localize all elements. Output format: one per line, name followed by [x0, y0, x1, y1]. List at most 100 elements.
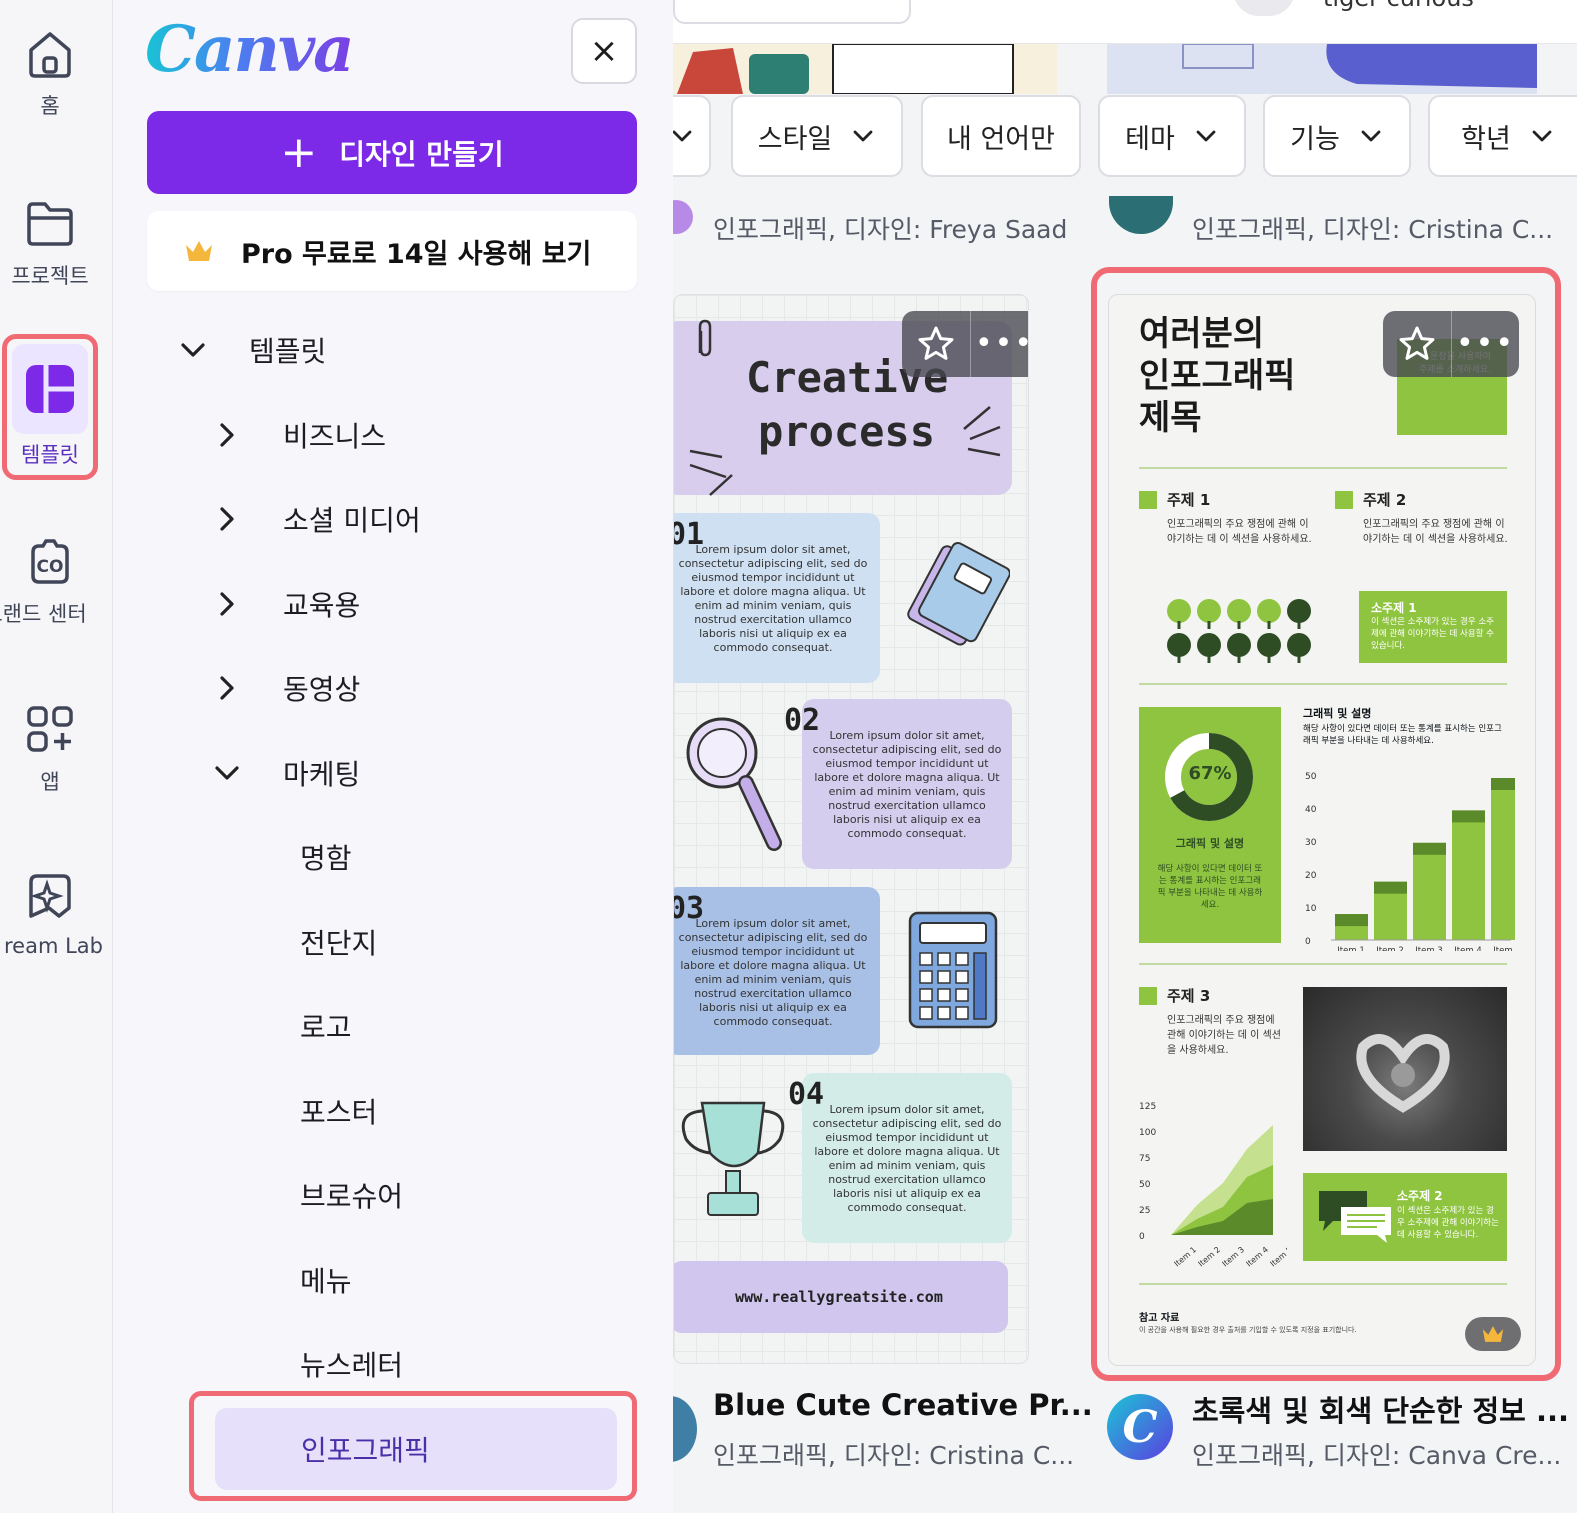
- percent-value: 67%: [1188, 763, 1232, 784]
- template-card-green-gray-infographic[interactable]: 여러분의 인포그래픽 제목 이 문장을 사용하여 주제를 소개하세요. 주제 1…: [1108, 294, 1536, 1366]
- user-name: tiger curious: [1323, 0, 1474, 12]
- tree-social-media[interactable]: 소셜 미디어: [113, 489, 673, 549]
- filter-grade[interactable]: 학년: [1428, 95, 1577, 177]
- rail-dream-lab-label: ream Lab: [4, 934, 103, 958]
- divider: [1139, 683, 1507, 685]
- x-tick-label: Item 3: [1221, 1245, 1247, 1269]
- x-tick-label: Item 3: [1415, 946, 1442, 951]
- chevron-right-icon: [220, 507, 234, 531]
- tree-video[interactable]: 동영상: [113, 658, 673, 718]
- tree-templates[interactable]: 템플릿: [113, 320, 673, 380]
- tree-infographic[interactable]: 인포그래픽: [215, 1408, 617, 1490]
- tree-business-card[interactable]: 명함: [113, 827, 673, 887]
- rail-brand-center[interactable]: CO 브랜드 센터: [0, 532, 100, 628]
- star-button[interactable]: [902, 311, 970, 377]
- templates-panel: Canva × + 디자인 만들기 Pro 무료로 14일 사용해 보기 템플릿…: [113, 0, 673, 1513]
- more-icon: •••: [1455, 326, 1516, 361]
- chevron-down-icon: [181, 343, 205, 357]
- reference-title: 참고 자료: [1139, 1313, 1180, 1324]
- filter-theme[interactable]: 테마: [1098, 95, 1246, 177]
- tree-newsletter[interactable]: 뉴스레터: [113, 1334, 673, 1394]
- y-tick-label: 50: [1305, 772, 1317, 782]
- rail-projects[interactable]: 프로젝트: [0, 194, 100, 290]
- tree-business[interactable]: 비즈니스: [113, 405, 673, 465]
- rail-dream-lab[interactable]: ream Lab: [0, 868, 103, 958]
- filter-style-label: 스타일: [757, 123, 833, 155]
- more-button[interactable]: •••: [970, 311, 1028, 377]
- template-title[interactable]: 초록색 및 회색 단순한 정보 ...: [1192, 1388, 1569, 1430]
- rail-templates[interactable]: 템플릿: [2, 334, 98, 480]
- avatar: [673, 1396, 697, 1462]
- tree-infographic-label: 인포그래픽: [301, 1434, 430, 1467]
- x-tick-label: Item 5: [1493, 946, 1515, 951]
- reference-text: 이 공간을 사용해 필요한 경우 출처를 기입할 수 있도록 지정을 표기합니다…: [1139, 1326, 1357, 1334]
- chevron-down-icon: [1361, 130, 1381, 142]
- filter-feature[interactable]: 기능: [1263, 95, 1411, 177]
- bar-cap: [1452, 810, 1485, 823]
- filter-feature-label: 기능: [1290, 123, 1340, 155]
- y-tick-label: 100: [1139, 1128, 1156, 1138]
- filter-my-language[interactable]: 내 언어만: [921, 95, 1081, 177]
- chevron-down-icon: [1532, 130, 1552, 142]
- rail-apps[interactable]: 앱: [0, 700, 100, 796]
- y-tick-label: 0: [1139, 1232, 1145, 1242]
- chevron-down-icon: [853, 130, 873, 142]
- calculator-icon: [908, 911, 998, 1029]
- subtopic-text: 이 섹션은 소주제가 있는 경우 소주제에 관해 이야기하는 데 사용할 수 있…: [1371, 617, 1494, 651]
- filter-style[interactable]: 스타일: [731, 95, 903, 177]
- more-button[interactable]: •••: [1451, 311, 1519, 377]
- topic-text: 인포그래픽의 주요 쟁점에 관해 이야기하는 데 이 섹션을 사용하세요.: [1167, 519, 1312, 545]
- area-chart: 125 100 75 50 25 0 Item 1Item 2Item 3Item 4Ite…: [1139, 1102, 1287, 1269]
- subtopic-heading: 소주제 1: [1371, 601, 1417, 615]
- crown-icon: [1482, 1326, 1504, 1342]
- chevron-down-icon: [215, 766, 239, 780]
- graph-text: 해당 사항이 있다면 데이터 또는 통계를 표시하는 인포그래픽 부분을 나타내…: [1303, 724, 1502, 746]
- website-banner: www.reallygreatsite.com: [674, 1261, 1008, 1333]
- avatar: [1109, 196, 1173, 234]
- x-tick-label: Item 4: [1245, 1245, 1271, 1269]
- filter-grade-label: 학년: [1461, 123, 1511, 155]
- chevron-right-icon: [220, 676, 234, 700]
- filter-my-language-label: 내 언어만: [947, 123, 1055, 155]
- notebook-icon: [907, 541, 1010, 646]
- tree-flyer[interactable]: 전단지: [113, 912, 673, 972]
- graph-text: 해당 사항이 있다면 데이터 또는 통계를 표시하는 인포그래픽 부분을 나타내…: [1157, 864, 1263, 910]
- avatar[interactable]: [1233, 0, 1295, 16]
- canva-logo[interactable]: Canva: [145, 12, 355, 87]
- tree-menu[interactable]: 메뉴: [113, 1250, 673, 1310]
- tree-video-label: 동영상: [283, 673, 361, 706]
- tree-marketing[interactable]: 마케팅: [113, 743, 673, 803]
- x-tick-label: Item 2: [1197, 1245, 1223, 1269]
- svg-text:CO: CO: [37, 557, 64, 577]
- subtopic-box: 소주제 2 이 섹션은 소주제가 있는 경우 소주제에 관해 이야기하는 데 사…: [1303, 1173, 1507, 1261]
- tree-logo[interactable]: 로고: [113, 996, 673, 1056]
- y-tick-label: 30: [1305, 838, 1317, 848]
- tree-marketing-label: 마케팅: [283, 758, 361, 791]
- template-title[interactable]: Blue Cute Creative Pr...: [713, 1388, 1093, 1422]
- bar: [1413, 842, 1446, 940]
- preview-top-right-art: [1182, 44, 1537, 88]
- y-tick-label: 0: [1305, 937, 1311, 947]
- templates-icon: [26, 365, 74, 413]
- close-button[interactable]: ×: [571, 18, 637, 84]
- template-card-creative-process[interactable]: Creative process Lorem ipsum dolor sit a…: [673, 294, 1029, 1364]
- avatar-letter: C: [1122, 1401, 1158, 1453]
- pro-trial-button[interactable]: Pro 무료로 14일 사용해 보기: [147, 211, 637, 291]
- star-button[interactable]: [1383, 311, 1451, 377]
- tree-education[interactable]: 교육용: [113, 574, 673, 634]
- rail-home[interactable]: 홈: [0, 24, 100, 120]
- search-box[interactable]: [673, 0, 911, 24]
- dream-lab-icon: [29, 874, 71, 918]
- bullet-square: [1335, 491, 1353, 509]
- preview-top-right[interactable]: [1107, 44, 1537, 94]
- tree-brochure[interactable]: 브로슈어: [113, 1165, 673, 1225]
- preview-top-left[interactable]: [673, 44, 1057, 94]
- create-design-button[interactable]: + 디자인 만들기: [147, 111, 637, 194]
- bar: [1491, 778, 1515, 940]
- subtopic-heading: 소주제 2: [1397, 1189, 1443, 1203]
- paperclip-icon: [698, 319, 712, 357]
- tree-poster[interactable]: 포스터: [113, 1081, 673, 1141]
- subtopic-box: 소주제 1 이 섹션은 소주제가 있는 경우 소주제에 관해 이야기하는 데 사…: [1359, 591, 1507, 663]
- filter-partial[interactable]: [673, 95, 711, 177]
- preview-top-left-art: [677, 44, 1014, 94]
